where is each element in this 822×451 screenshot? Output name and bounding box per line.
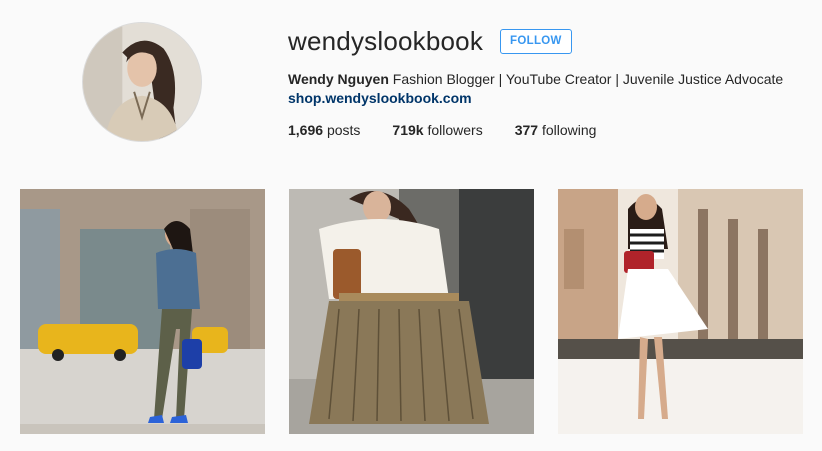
profile-header: wendyslookbook FOLLOW Wendy Nguyen Fashi… xyxy=(0,0,822,160)
post-image-3 xyxy=(558,189,803,434)
bio-text: Fashion Blogger | YouTube Creator | Juve… xyxy=(392,71,784,87)
following-label: following xyxy=(541,122,597,138)
avatar[interactable] xyxy=(82,22,202,142)
posts-label: posts xyxy=(326,122,361,138)
full-name: Wendy Nguyen xyxy=(288,71,389,87)
posts-stat: 1,696 posts xyxy=(288,122,360,138)
avatar-image xyxy=(83,23,201,141)
post-thumbnail-1[interactable] xyxy=(20,189,265,434)
post-thumbnail-2[interactable] xyxy=(289,189,534,434)
username-row: wendyslookbook FOLLOW xyxy=(288,24,808,58)
profile-info: wendyslookbook FOLLOW Wendy Nguyen Fashi… xyxy=(288,24,808,139)
follow-button[interactable]: FOLLOW xyxy=(500,28,572,54)
followers-count: 719k xyxy=(392,122,424,138)
posts-grid xyxy=(20,189,803,434)
following-stat[interactable]: 377 following xyxy=(515,122,597,138)
post-image-1 xyxy=(20,189,265,434)
username: wendyslookbook xyxy=(288,25,484,56)
post-image-2 xyxy=(289,189,534,434)
website-link[interactable]: shop.wendyslookbook.com xyxy=(288,89,808,108)
following-count: 377 xyxy=(514,122,539,138)
followers-label: followers xyxy=(427,122,483,138)
followers-stat[interactable]: 719k followers xyxy=(392,122,482,138)
posts-count: 1,696 xyxy=(288,122,324,138)
post-thumbnail-3[interactable] xyxy=(558,189,803,434)
bio: Wendy Nguyen Fashion Blogger | YouTube C… xyxy=(288,70,808,89)
profile-stats: 1,696 posts 719k followers 377 following xyxy=(288,122,808,138)
